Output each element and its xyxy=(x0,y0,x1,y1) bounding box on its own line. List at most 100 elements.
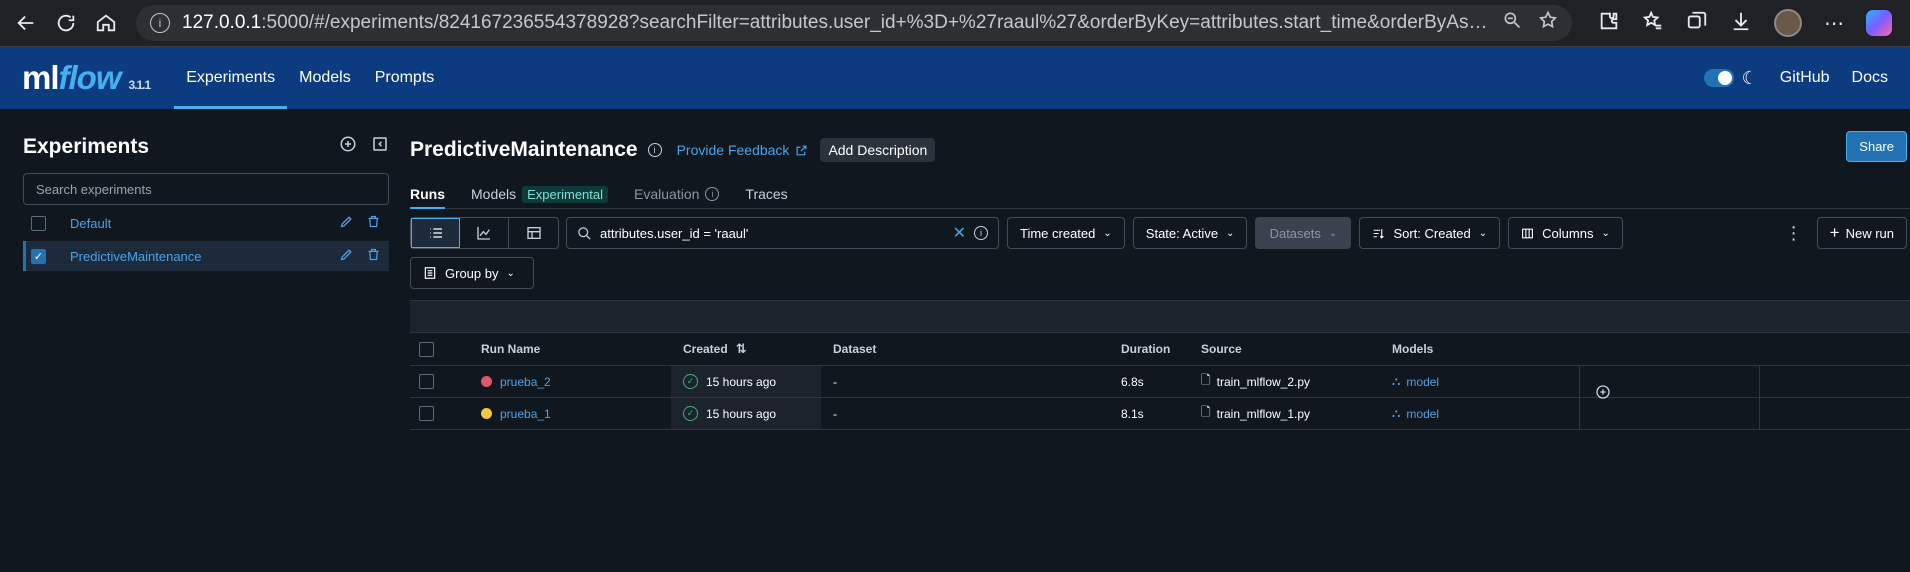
datasets-label: Datasets xyxy=(1269,225,1321,241)
zoom-icon[interactable] xyxy=(1502,10,1522,36)
column-group-header xyxy=(410,300,1910,333)
state-dropdown[interactable]: State: Active ⌄ xyxy=(1132,217,1248,249)
source-value[interactable]: train_mlflow_1.py xyxy=(1217,407,1310,421)
search-experiments-input[interactable]: Search experiments xyxy=(23,173,389,205)
runs-filter-input[interactable]: attributes.user_id = 'raaul' ✕ i xyxy=(566,217,999,249)
feedback-label: Provide Feedback xyxy=(676,142,790,158)
experiment-content: PredictiveMaintenance i Provide Feedback… xyxy=(389,109,1910,572)
run-name-link[interactable]: prueba_2 xyxy=(500,375,551,389)
profile-avatar[interactable] xyxy=(1774,9,1802,37)
chevron-down-icon: ⌄ xyxy=(1103,227,1112,239)
extensions-icon[interactable] xyxy=(1598,10,1620,37)
collapse-sidebar-icon[interactable] xyxy=(371,135,389,159)
select-all-checkbox[interactable] xyxy=(419,341,434,357)
experiment-item-default[interactable]: Default xyxy=(23,208,389,238)
experiment-checkbox[interactable] xyxy=(31,215,46,231)
time-created-label: Time created xyxy=(1020,225,1096,241)
experiment-tabs: Runs Models Experimental Evaluation i Trac… xyxy=(410,181,1910,209)
experiment-checkbox-checked[interactable]: ✓ xyxy=(31,248,46,264)
group-by-button[interactable]: Group by ⌄ xyxy=(410,257,534,289)
share-button[interactable]: Share xyxy=(1846,131,1907,162)
table-row[interactable]: prueba_1 ✓ 15 hours ago - 8.1s 🗋 train_mlf… xyxy=(410,398,1910,430)
nav-prompts[interactable]: Prompts xyxy=(363,47,447,109)
group-icon xyxy=(424,267,436,279)
chart-view-icon[interactable] xyxy=(460,218,509,248)
datasets-dropdown[interactable]: Datasets ⌄ xyxy=(1255,217,1352,249)
info-icon[interactable]: i xyxy=(647,143,662,157)
url-host: 127.0.0.1 xyxy=(182,12,262,33)
chevron-down-icon: ⌄ xyxy=(506,267,515,279)
sort-icon xyxy=(1374,228,1385,239)
header-models[interactable]: Models xyxy=(1392,333,1580,365)
clear-filter-icon[interactable]: ✕ xyxy=(953,223,966,243)
duration-value: 8.1s xyxy=(1121,406,1144,421)
header-source[interactable]: Source xyxy=(1201,342,1392,356)
downloads-icon[interactable] xyxy=(1730,10,1752,37)
run-color-dot[interactable] xyxy=(481,376,492,387)
theme-toggle[interactable] xyxy=(1703,69,1734,87)
row-checkbox[interactable] xyxy=(419,374,434,389)
add-column-icon[interactable] xyxy=(1591,380,1615,404)
nav-experiments[interactable]: Experiments xyxy=(174,47,288,109)
address-bar[interactable]: i 127.0.0.1:5000/#/experiments/824167236… xyxy=(136,5,1572,41)
github-link[interactable]: GitHub xyxy=(1780,69,1830,87)
header-run-name[interactable]: Run Name xyxy=(481,342,671,356)
copilot-icon[interactable] xyxy=(1866,10,1892,36)
header-created[interactable]: Created xyxy=(683,342,728,356)
more-options-icon[interactable]: ⋯ xyxy=(1824,11,1844,36)
nav-models[interactable]: Models xyxy=(287,47,363,109)
provide-feedback-link[interactable]: Provide Feedback xyxy=(677,142,809,158)
header-dataset[interactable]: Dataset xyxy=(821,342,1121,356)
collections-icon[interactable] xyxy=(1686,10,1708,37)
add-experiment-icon[interactable] xyxy=(339,135,357,159)
filter-query[interactable]: attributes.user_id = 'raaul' xyxy=(600,226,953,241)
tab-evaluation[interactable]: Evaluation i xyxy=(634,181,720,207)
time-created-dropdown[interactable]: Time created ⌄ xyxy=(1007,217,1125,249)
list-view-icon[interactable] xyxy=(411,218,460,248)
edit-icon[interactable] xyxy=(339,247,354,265)
model-link[interactable]: model xyxy=(1406,407,1439,421)
favorites-icon[interactable] xyxy=(1642,9,1664,37)
tab-models[interactable]: Models Experimental xyxy=(471,181,609,207)
filter-info-icon[interactable]: i xyxy=(974,226,988,240)
home-icon[interactable] xyxy=(88,5,124,41)
site-info-icon[interactable]: i xyxy=(150,13,170,33)
table-row[interactable]: prueba_2 ✓ 15 hours ago - 6.8s 🗋 train_mlf… xyxy=(410,366,1910,398)
tab-runs[interactable]: Runs xyxy=(410,181,445,209)
experiment-label[interactable]: Default xyxy=(70,216,111,231)
experiment-item-predictive-maintenance[interactable]: ✓ PredictiveMaintenance xyxy=(23,241,389,271)
edit-icon[interactable] xyxy=(339,214,354,232)
chevron-down-icon: ⌄ xyxy=(1328,227,1338,239)
run-name-link[interactable]: prueba_1 xyxy=(500,407,551,421)
experiment-label[interactable]: PredictiveMaintenance xyxy=(70,249,202,264)
version-label: 3.1.1 xyxy=(128,78,152,92)
moon-icon: ☾ xyxy=(1741,67,1758,88)
group-by-label: Group by xyxy=(445,265,499,281)
mlflow-logo[interactable]: ml flow 3.1.1 xyxy=(22,59,152,97)
back-icon[interactable] xyxy=(8,5,44,41)
more-actions-icon[interactable]: ⋮ xyxy=(1785,223,1803,244)
favorite-star-icon[interactable] xyxy=(1538,10,1558,36)
delete-icon[interactable] xyxy=(366,247,381,265)
new-run-button[interactable]: + New run xyxy=(1816,217,1907,249)
columns-icon xyxy=(1522,228,1534,238)
reload-icon[interactable] xyxy=(48,5,84,41)
run-color-dot[interactable] xyxy=(481,408,492,419)
source-value[interactable]: train_mlflow_2.py xyxy=(1217,375,1310,389)
docs-link[interactable]: Docs xyxy=(1852,69,1888,87)
model-link[interactable]: model xyxy=(1406,375,1439,389)
info-icon: i xyxy=(705,187,720,201)
status-finished-icon: ✓ xyxy=(683,406,698,421)
header-duration[interactable]: Duration xyxy=(1121,342,1201,356)
add-description-button[interactable]: Add Description xyxy=(820,138,936,162)
columns-dropdown[interactable]: Columns ⌄ xyxy=(1508,217,1623,249)
sort-desc-icon[interactable]: ⇅ xyxy=(736,341,747,357)
sort-dropdown[interactable]: Sort: Created ⌄ xyxy=(1359,217,1501,249)
row-checkbox[interactable] xyxy=(419,406,434,421)
duration-value: 6.8s xyxy=(1121,374,1144,389)
experimental-badge: Experimental xyxy=(522,185,609,203)
table-view-icon[interactable] xyxy=(509,218,558,248)
tab-traces[interactable]: Traces xyxy=(745,181,787,207)
delete-icon[interactable] xyxy=(366,214,381,232)
model-icon: ⛬ xyxy=(1392,374,1401,388)
